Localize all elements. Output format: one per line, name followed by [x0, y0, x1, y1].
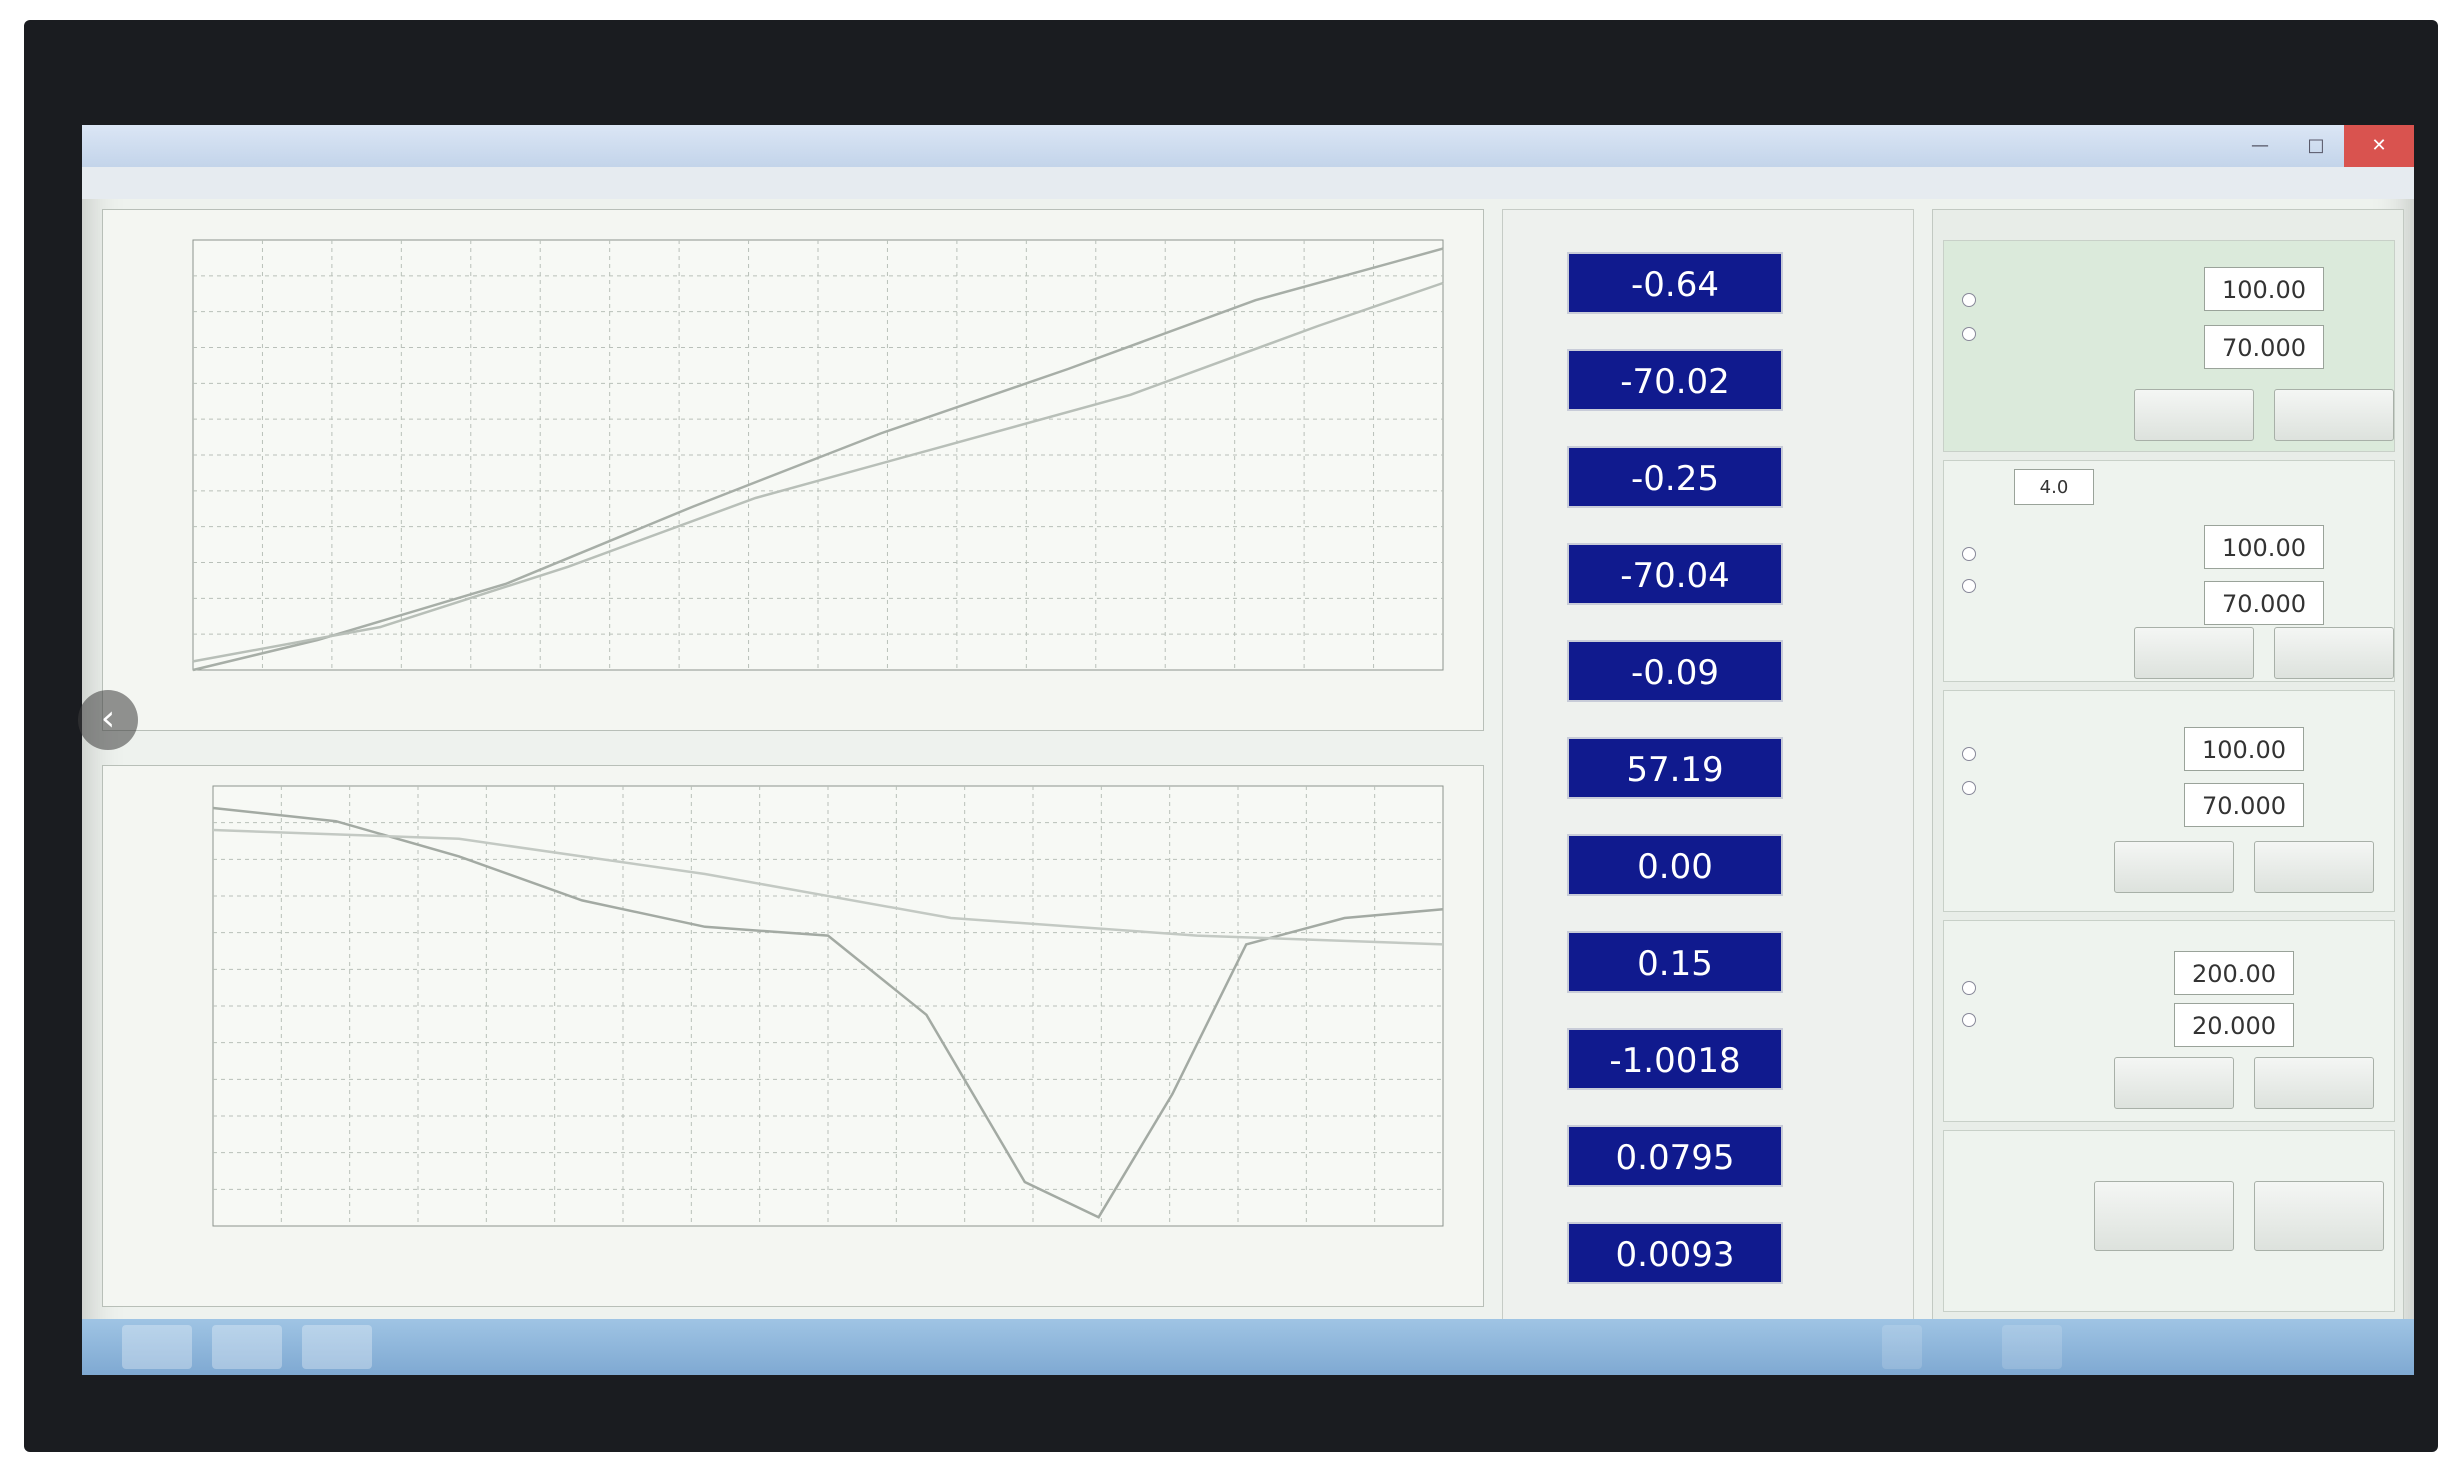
mode-radio[interactable] — [1962, 547, 1976, 561]
readout-value: 0.15 — [1567, 931, 1783, 993]
mode-radio[interactable] — [1962, 327, 1976, 341]
mode-radio[interactable] — [1962, 579, 1976, 593]
control-panel: 100.00 70.000 4.0 100.00 70.000 100.00 7… — [1932, 209, 2404, 1331]
readout-row: 57.19 — [1513, 731, 1903, 809]
readout-row: -0.25 — [1513, 440, 1903, 518]
title-bar: — □ ✕ — [82, 125, 2414, 167]
mode-radio[interactable] — [1962, 747, 1976, 761]
taskbar — [82, 1319, 2414, 1375]
mode-radio[interactable] — [1962, 781, 1976, 795]
window-controls: — □ ✕ — [2232, 125, 2414, 167]
control-group-2: 4.0 100.00 70.000 — [1943, 460, 2395, 682]
readout-row: -70.02 — [1513, 343, 1903, 421]
value-field-1[interactable]: 100.00 — [2204, 267, 2324, 311]
value-field-2[interactable]: 70.000 — [2204, 581, 2324, 625]
mode-radio[interactable] — [1962, 293, 1976, 307]
action-button[interactable] — [2134, 627, 2254, 679]
readout-row: -0.09 — [1513, 634, 1903, 712]
chevron-left-icon[interactable]: ‹ — [78, 690, 138, 750]
taskbar-app-icon[interactable] — [212, 1325, 282, 1369]
mode-radio[interactable] — [1962, 1013, 1976, 1027]
value-field-1[interactable]: 200.00 — [2174, 951, 2294, 995]
mode-radio[interactable] — [1962, 981, 1976, 995]
action-button[interactable] — [2134, 389, 2254, 441]
taskbar-app-icon[interactable] — [302, 1325, 372, 1369]
tray-icon[interactable] — [1882, 1325, 1922, 1369]
value-field-2[interactable]: 70.000 — [2184, 783, 2304, 827]
readout-value: -0.64 — [1567, 252, 1783, 314]
action-button[interactable] — [2254, 841, 2374, 893]
select-field[interactable]: 4.0 — [2014, 469, 2094, 505]
control-group-3: 100.00 70.000 — [1943, 690, 2395, 912]
readout-value: -70.04 — [1567, 543, 1783, 605]
top-plot — [192, 239, 1444, 672]
value-field-1[interactable]: 100.00 — [2184, 727, 2304, 771]
readout-value: 0.0795 — [1567, 1125, 1783, 1187]
action-button[interactable] — [2254, 1057, 2374, 1109]
action-button[interactable] — [2114, 1057, 2234, 1109]
top-plot-panel — [102, 209, 1484, 731]
readout-row: 0.15 — [1513, 925, 1903, 1003]
readout-row: 0.0795 — [1513, 1119, 1903, 1197]
action-button[interactable] — [2114, 841, 2234, 893]
value-field-2[interactable]: 70.000 — [2204, 325, 2324, 369]
taskbar-app-icon[interactable] — [122, 1325, 192, 1369]
readout-value: 0.00 — [1567, 834, 1783, 896]
app-window: — □ ✕ -0.64 -70.02 -0.25 -70.04 -0.09 57… — [82, 125, 2414, 1375]
action-button[interactable] — [2274, 627, 2394, 679]
readout-row: -70.04 — [1513, 537, 1903, 615]
readout-value: -70.02 — [1567, 349, 1783, 411]
menu-bar — [82, 167, 2414, 199]
control-group-4: 200.00 20.000 — [1943, 920, 2395, 1122]
action-button[interactable] — [2274, 389, 2394, 441]
readout-value: 57.19 — [1567, 737, 1783, 799]
readout-row: -1.0018 — [1513, 1022, 1903, 1100]
readout-row: 0.0093 — [1513, 1216, 1903, 1294]
readout-panel: -0.64 -70.02 -0.25 -70.04 -0.09 57.19 0.… — [1502, 209, 1914, 1331]
control-group-5 — [1943, 1130, 2395, 1312]
value-field-1[interactable]: 100.00 — [2204, 525, 2324, 569]
bottom-plot-panel — [102, 765, 1484, 1307]
readout-value: -0.25 — [1567, 446, 1783, 508]
value-field-2[interactable]: 20.000 — [2174, 1003, 2294, 1047]
maximize-button[interactable]: □ — [2288, 125, 2344, 167]
minimize-button[interactable]: — — [2232, 125, 2288, 167]
action-button[interactable] — [2094, 1181, 2234, 1251]
readout-value: 0.0093 — [1567, 1222, 1783, 1284]
tray-clock[interactable] — [2002, 1325, 2062, 1369]
control-group-1: 100.00 70.000 — [1943, 240, 2395, 452]
close-button[interactable]: ✕ — [2344, 125, 2414, 167]
bottom-plot — [212, 785, 1444, 1227]
readout-row: 0.00 — [1513, 828, 1903, 906]
action-button[interactable] — [2254, 1181, 2384, 1251]
readout-value: -0.09 — [1567, 640, 1783, 702]
readout-row: -0.64 — [1513, 246, 1903, 324]
readout-value: -1.0018 — [1567, 1028, 1783, 1090]
